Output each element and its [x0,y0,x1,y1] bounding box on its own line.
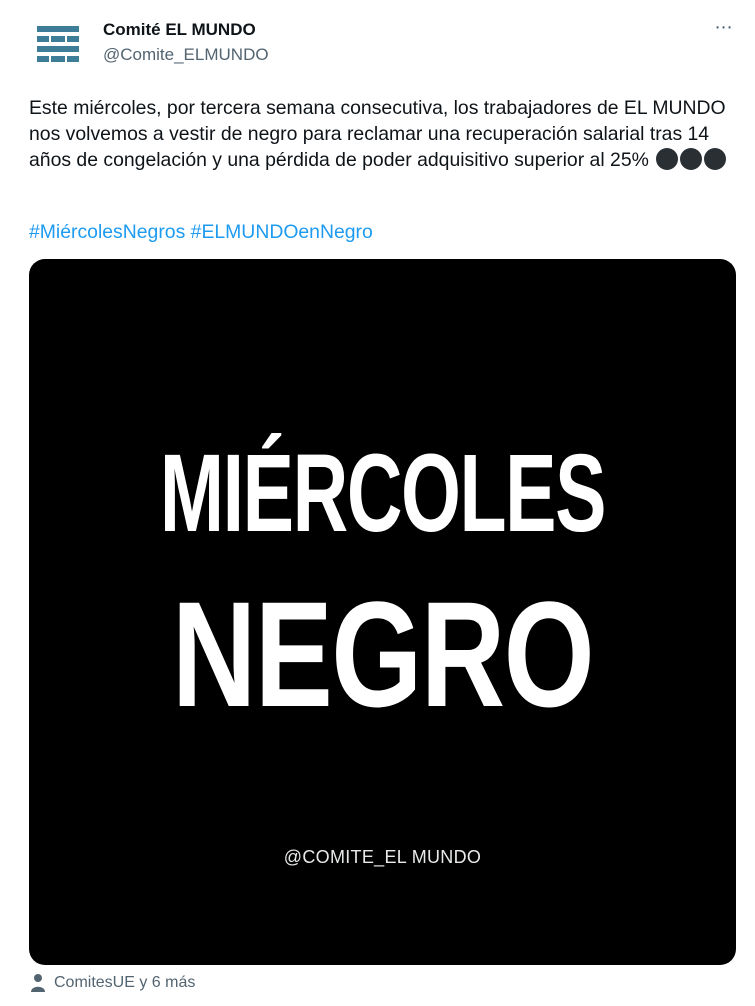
image-headline-line2: NEGRO [171,570,595,738]
hashtag-link[interactable]: #MiércolesNegros [29,221,185,243]
author-name[interactable]: Comité EL MUNDO [103,20,256,40]
avatar-logo-bar [37,46,79,52]
image-credit: @COMITE_EL MUNDO [283,847,482,867]
more-options-icon[interactable]: ⋯ [712,18,736,40]
tagged-users[interactable]: ComitesUE y 6 más [30,973,195,993]
hashtags: #MiércolesNegros #ELMUNDOenNegro [29,219,373,245]
black-circle-icon [656,148,679,170]
black-circle-icon [704,148,727,170]
author-handle[interactable]: @Comite_ELMUNDO [103,45,269,65]
avatar[interactable] [30,16,86,72]
tagged-users-label[interactable]: ComitesUE y 6 más [54,974,195,992]
avatar-logo-bar [37,36,79,42]
tweet-image[interactable]: MIÉRCOLES NEGRO @COMITE_EL MUNDO [29,259,736,965]
tweet-text-body: Este miércoles, por tercera semana conse… [29,97,726,171]
tweet-text: Este miércoles, por tercera semana conse… [29,95,729,173]
image-headline-line1: MIÉRCOLES [159,432,607,555]
black-circle-icon [680,148,703,170]
person-icon [31,974,45,992]
avatar-logo-bar [37,26,79,32]
tweet[interactable]: Comité EL MUNDO @Comite_ELMUNDO ⋯ Este m… [0,0,755,1006]
hashtag-link[interactable]: #ELMUNDOenNegro [191,221,373,243]
avatar-logo-bar [37,56,79,62]
